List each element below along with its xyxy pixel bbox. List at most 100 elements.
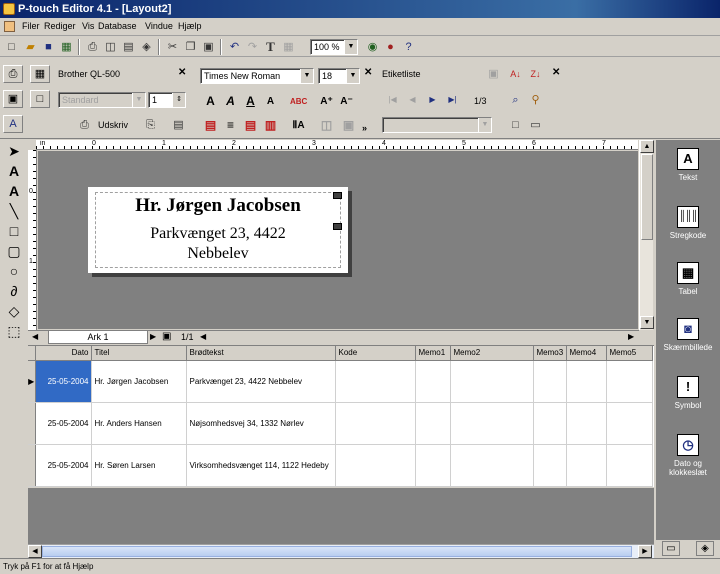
filter-icon[interactable]: ⚲	[527, 92, 544, 108]
select-arrow-icon[interactable]: ➤	[5, 142, 23, 160]
transfer-icon[interactable]: ◈	[138, 39, 155, 55]
object-datetime[interactable]: ◷ Dato og klokkeslæt	[656, 434, 720, 477]
first-record-icon[interactable]: |◀	[384, 92, 401, 108]
italic-icon[interactable]: A	[222, 93, 239, 110]
align-left-icon[interactable]: ▤	[202, 117, 219, 134]
table-cell[interactable]	[335, 360, 416, 403]
table-cell[interactable]	[335, 444, 416, 487]
menu-database[interactable]: Database	[98, 21, 137, 31]
table-cell[interactable]: Parkvænget 23, 4422 Nebbelev	[186, 360, 336, 403]
copies-spinner[interactable]: 1 ⇕	[148, 92, 186, 108]
zoom-label-icon[interactable]: ⌕	[507, 92, 524, 108]
help-icon[interactable]: ?	[400, 39, 417, 55]
zoom-select[interactable]: 100 % ▼	[310, 39, 358, 55]
label-name-text[interactable]: Hr. Jørgen Jacobsen	[88, 195, 348, 217]
panel-settings-icon[interactable]: ◈	[696, 541, 714, 556]
table-row[interactable]: 25-05-2004 Hr. Anders Hansen Nøjsomhedsv…	[28, 402, 653, 445]
frame-tool-icon[interactable]: ⬚	[5, 322, 23, 340]
text-panel-icon[interactable]: A	[3, 115, 23, 133]
prev-record-icon[interactable]: ◀	[404, 92, 421, 108]
font-select[interactable]: Times New Roman ▼	[200, 68, 314, 84]
layout-icon[interactable]: ◉	[364, 39, 381, 55]
last-record-icon[interactable]: ▶|	[444, 92, 461, 108]
table-cell[interactable]	[415, 402, 451, 445]
sheet-tab[interactable]: Ark 1	[48, 331, 148, 344]
grid-scroll-thumb[interactable]	[42, 546, 632, 557]
row-header[interactable]	[28, 402, 36, 445]
table-cell[interactable]	[450, 444, 534, 487]
label-list-icon[interactable]: ▣	[485, 66, 502, 82]
more-icon[interactable]: »	[362, 123, 367, 133]
rounded-rectangle-tool-icon[interactable]: ▢	[5, 242, 23, 260]
table-cell[interactable]: 25-05-2004	[35, 444, 92, 487]
table-cell[interactable]	[566, 402, 607, 445]
printer-panel-icon[interactable]: ⎙	[3, 65, 23, 83]
paper-feed-icon[interactable]: ▤	[170, 117, 187, 133]
polygon-tool-icon[interactable]: ◇	[5, 302, 23, 320]
object-symbol[interactable]: ! Symbol	[656, 376, 720, 410]
undo-icon[interactable]: ↶	[226, 39, 243, 55]
vertical-text-tool-icon[interactable]: A	[5, 182, 23, 200]
database-icon[interactable]: ▦	[58, 39, 75, 55]
table-cell[interactable]: Virksomhedsvænget 114, 1122 Hedeby	[186, 444, 336, 487]
table-cell[interactable]	[533, 444, 567, 487]
column-header[interactable]: Titel	[91, 346, 187, 361]
paper-panel-icon[interactable]: ▣	[3, 90, 23, 108]
vertical-text-icon[interactable]: ⅡA	[290, 117, 307, 134]
print-button[interactable]: Udskriv	[98, 120, 128, 130]
table-cell[interactable]	[533, 360, 567, 403]
print-preview-icon[interactable]: ◫	[102, 39, 119, 55]
object-barcode[interactable]: ║║║ Stregkode	[656, 206, 720, 240]
table-cell[interactable]: 25-05-2004	[35, 360, 92, 403]
label-preview[interactable]: Hr. Jørgen Jacobsen Parkvænget 23, 4422 …	[88, 187, 348, 273]
frame-icon[interactable]: ◫	[318, 117, 335, 134]
scroll-thumb[interactable]	[641, 154, 653, 240]
arc-tool-icon[interactable]: ∂	[5, 282, 23, 300]
h-scroll-right-icon[interactable]: ▶	[628, 332, 634, 341]
h-scroll-left-icon[interactable]: ◀	[200, 332, 206, 341]
table-cell[interactable]: Hr. Søren Larsen	[91, 444, 187, 487]
column-header[interactable]: Kode	[335, 346, 416, 361]
sort-descending-icon[interactable]: Z↓	[527, 66, 544, 82]
scroll-up-icon[interactable]: ▲	[640, 140, 654, 153]
object-screenshot[interactable]: ◙ Skærmbillede	[656, 318, 720, 352]
text-tool-left-icon[interactable]: A	[5, 162, 23, 180]
print-icon[interactable]: ⎙	[84, 39, 101, 55]
column-header[interactable]: Brødtekst	[186, 346, 336, 361]
column-header[interactable]: Memo4	[566, 346, 607, 361]
object-text[interactable]: A Tekst	[656, 148, 720, 182]
close-icon[interactable]: ✕	[178, 67, 186, 78]
menu-file[interactable]: Filer	[22, 21, 40, 31]
copy-icon[interactable]: ❐	[182, 39, 199, 55]
column-header[interactable]: Dato	[35, 346, 92, 361]
object-table[interactable]: ▦ Tabel	[656, 262, 720, 296]
close-font-panel-icon[interactable]: ✕	[364, 67, 372, 78]
print-setup-icon[interactable]: ▤	[120, 39, 137, 55]
record-icon[interactable]: ●	[382, 39, 399, 55]
decrease-size-icon[interactable]: A⁻	[338, 93, 355, 110]
menu-help[interactable]: Hjælp	[178, 21, 202, 31]
next-record-icon[interactable]: ▶	[424, 92, 441, 108]
text-tool-icon[interactable]: T	[262, 39, 279, 55]
rectangle-tool-icon[interactable]: □	[5, 222, 23, 240]
label-address-text[interactable]: Parkvænget 23, 4422	[88, 225, 348, 243]
align-right-icon[interactable]: ▤	[242, 117, 259, 134]
line-tool-icon[interactable]: ╲	[5, 202, 23, 220]
font-size-select[interactable]: 18 ▼	[318, 68, 360, 84]
table-cell[interactable]	[606, 360, 653, 403]
ellipse-tool-icon[interactable]: ○	[5, 262, 23, 280]
table-cell[interactable]	[450, 402, 534, 445]
panel-view-icon[interactable]: ▭	[662, 541, 680, 556]
paper-select[interactable]: Standard ▼	[58, 92, 146, 108]
tab-scroll-right-icon[interactable]: ▶	[150, 332, 156, 341]
close-label-panel-icon[interactable]: ✕	[552, 67, 560, 78]
table-cell[interactable]	[533, 402, 567, 445]
table-cell[interactable]	[566, 360, 607, 403]
column-header[interactable]: Memo3	[533, 346, 567, 361]
table-cell[interactable]: Hr. Anders Hansen	[91, 402, 187, 445]
new-icon[interactable]: □	[3, 39, 20, 55]
grid-scroll-left-icon[interactable]: ◀	[28, 545, 42, 558]
label-select[interactable]: ▼	[382, 117, 492, 133]
table-cell[interactable]	[606, 444, 653, 487]
table-cell[interactable]	[415, 444, 451, 487]
